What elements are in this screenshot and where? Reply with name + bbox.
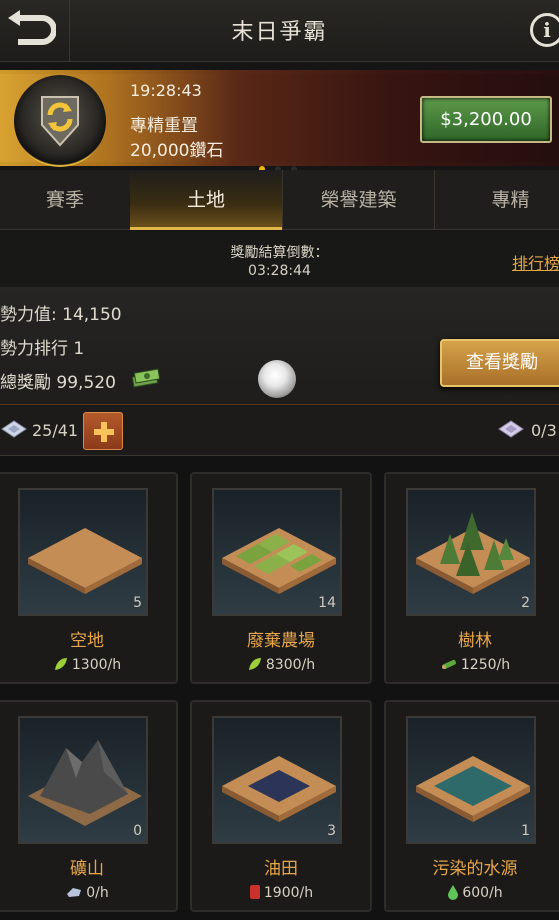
cash-stack-icon	[131, 368, 161, 388]
land-image: 2	[406, 488, 536, 616]
land-owned-count: 14	[318, 595, 336, 611]
land-production-rate: 600/h	[462, 885, 503, 901]
banner-item-name: 專精重置	[130, 116, 198, 136]
land-card-oil-field[interactable]: 3 油田 1900/h	[190, 700, 372, 912]
ore-icon	[67, 888, 82, 897]
land-owned-count: 2	[521, 595, 530, 611]
wood-icon	[441, 659, 456, 670]
land-image: 0	[18, 716, 148, 844]
countdown-label: 獎勵結算倒數：	[230, 245, 329, 261]
land-production-rate: 0/h	[86, 885, 109, 901]
leaderboard-link[interactable]: 排行榜	[512, 250, 559, 274]
land-image: 5	[18, 488, 148, 616]
land-tile-icon	[498, 420, 524, 438]
land-owned-count: 5	[133, 595, 142, 611]
land-grid: 5 空地 1300/h 14 廢棄農場 8300/h 2 樹林 1250/h 0…	[0, 456, 559, 920]
countdown-time: 03:28:44	[248, 263, 311, 279]
land-name: 礦山	[70, 859, 104, 879]
forest-icon	[416, 512, 530, 594]
tab-land[interactable]: 土地	[130, 170, 282, 230]
tab-honor-buildings[interactable]: 榮譽建築	[282, 170, 434, 230]
land-card-abandoned-farm[interactable]: 14 廢棄農場 8300/h	[190, 472, 372, 684]
page-title: 末日爭霸	[231, 20, 328, 45]
land-owned-count: 1	[521, 823, 530, 839]
top-header: 末日爭霸 i	[0, 0, 559, 62]
land-tile-icon	[1, 420, 27, 438]
tab-season[interactable]: 賽季	[0, 170, 130, 230]
info-button[interactable]: i	[530, 13, 559, 47]
oil-barrel-icon	[249, 885, 260, 899]
special-land-count: 0/3	[531, 421, 557, 440]
empty-land-icon	[28, 528, 142, 594]
reset-emblem-icon	[14, 75, 106, 167]
leaf-icon	[54, 658, 67, 670]
tab-specialization[interactable]: 專精	[434, 170, 559, 230]
power-rank: 勢力排行 1	[0, 339, 85, 359]
land-production-rate: 1900/h	[263, 885, 314, 901]
land-name: 油田	[264, 859, 298, 879]
land-name: 廢棄農場	[247, 631, 315, 651]
land-card-woods[interactable]: 2 樹林 1250/h	[384, 472, 559, 684]
banner-page-indicator	[259, 157, 307, 172]
land-image: 1	[406, 716, 536, 844]
land-image: 3	[212, 716, 342, 844]
land-count: 25/41	[32, 421, 79, 440]
land-card-empty[interactable]: 5 空地 1300/h	[0, 472, 178, 684]
banner-timer: 19:28:43	[130, 81, 202, 100]
banner-item-subtitle: 20,000鑽石	[130, 141, 224, 161]
view-rewards-button[interactable]: 查看獎勵	[440, 339, 559, 387]
polluted-water-icon	[416, 756, 530, 822]
land-name: 樹林	[458, 631, 492, 651]
touch-indicator	[258, 360, 296, 398]
land-card-polluted-water[interactable]: 1 污染的水源 600/h	[384, 700, 559, 912]
power-value: 勢力值: 14,150	[0, 305, 122, 325]
land-name: 污染的水源	[432, 859, 518, 879]
land-owned-count: 0	[133, 823, 142, 839]
land-production-rate: 8300/h	[265, 657, 316, 673]
mountain-icon	[28, 740, 142, 826]
land-image: 14	[212, 488, 342, 616]
oil-field-icon	[222, 756, 336, 822]
land-card-mine[interactable]: 0 礦山 0/h	[0, 700, 178, 912]
total-reward: 總獎勵 99,520	[0, 373, 116, 393]
land-production-rate: 1250/h	[460, 657, 511, 673]
tab-bar: 賽季 土地 榮譽建築 專精	[0, 170, 559, 230]
water-drop-icon	[448, 885, 459, 900]
land-name: 空地	[70, 631, 104, 651]
purchase-button[interactable]: $3,200.00	[420, 96, 552, 143]
add-land-button[interactable]	[83, 412, 123, 450]
land-owned-count: 3	[327, 823, 336, 839]
land-production-rate: 1300/h	[71, 657, 122, 673]
leaf-icon	[248, 658, 261, 670]
